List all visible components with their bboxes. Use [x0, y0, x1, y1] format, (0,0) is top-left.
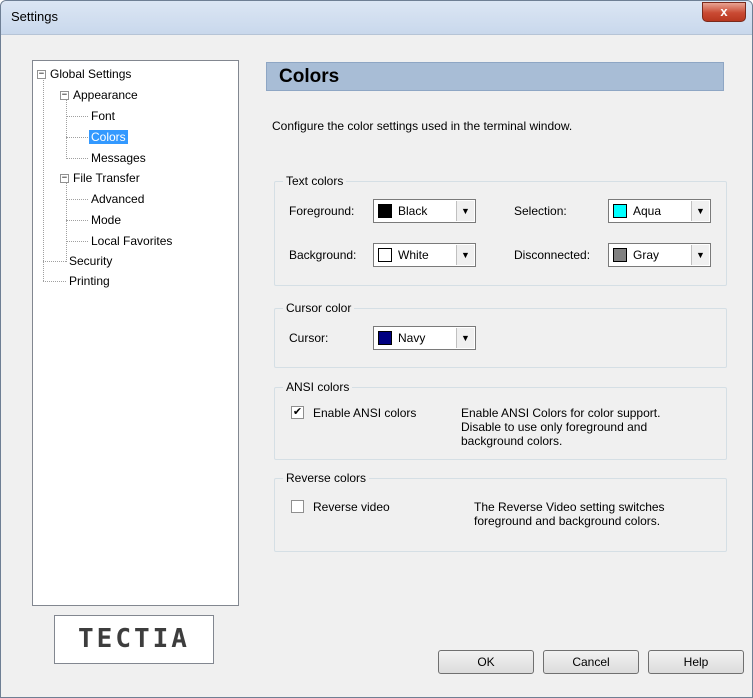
tree-item-global-settings[interactable]: − Global Settings: [37, 65, 133, 83]
color-swatch: [378, 248, 392, 262]
collapse-icon[interactable]: −: [60, 174, 69, 184]
selected-value: Aqua: [633, 204, 662, 218]
tree-item-font[interactable]: Font: [89, 107, 117, 125]
tree-item-local-favorites[interactable]: Local Favorites: [89, 232, 174, 250]
ansi-checkbox[interactable]: ✔: [291, 406, 304, 419]
group-title: Reverse colors: [283, 471, 370, 485]
color-swatch: [613, 248, 627, 262]
background-label: Background:: [289, 248, 357, 262]
reverse-description-line: foreground and background colors.: [474, 514, 661, 528]
color-swatch: [378, 204, 392, 218]
ok-button[interactable]: OK: [438, 650, 534, 674]
tree-connector: [66, 158, 88, 159]
reverse-video-label[interactable]: Reverse video: [313, 499, 390, 515]
cursor-color-group: Cursor color Cursor: Navy ▼: [274, 301, 727, 368]
tree-item-appearance[interactable]: − Appearance: [60, 86, 140, 104]
title-bar: Settings x: [1, 1, 752, 35]
selected-value: Gray: [633, 248, 660, 262]
tree-connector: [66, 220, 88, 221]
tree-item-label: Security: [69, 254, 113, 268]
window-title: Settings: [11, 9, 58, 24]
ansi-checkbox-label[interactable]: Enable ANSI colors: [313, 405, 416, 421]
foreground-select[interactable]: Black ▼: [373, 199, 476, 223]
group-title: Text colors: [283, 174, 347, 188]
chevron-down-icon[interactable]: ▼: [456, 328, 474, 348]
tree-item-label: Messages: [91, 151, 146, 165]
collapse-icon[interactable]: −: [60, 91, 69, 101]
collapse-icon[interactable]: −: [37, 70, 46, 80]
page-description: Configure the color settings used in the…: [272, 119, 573, 133]
disconnected-label: Disconnected:: [514, 248, 591, 262]
page-header: Colors: [266, 62, 724, 91]
selection-select[interactable]: Aqua ▼: [608, 199, 711, 223]
text-colors-group: Text colors Foreground: Black ▼ Selectio…: [274, 174, 727, 286]
tree-item-file-transfer[interactable]: − File Transfer: [60, 169, 142, 187]
selected-value: Black: [398, 204, 428, 218]
tree-item-messages[interactable]: Messages: [89, 149, 148, 167]
tree-item-label: Local Favorites: [91, 234, 173, 248]
color-swatch: [378, 331, 392, 345]
chevron-down-icon[interactable]: ▼: [691, 201, 709, 221]
ansi-description-line: background colors.: [461, 434, 563, 448]
chevron-down-icon[interactable]: ▼: [456, 245, 474, 265]
ansi-colors-group: ANSI colors ✔ Enable ANSI colors Enable …: [274, 380, 727, 460]
tree-connector: [66, 241, 88, 242]
chevron-down-icon[interactable]: ▼: [691, 245, 709, 265]
page-title: Colors: [279, 66, 340, 87]
reverse-colors-group: Reverse colors Reverse video The Reverse…: [274, 471, 727, 552]
background-select[interactable]: White ▼: [373, 243, 476, 267]
tree-item-label: Colors: [89, 130, 128, 144]
tree-item-label: Printing: [69, 274, 110, 288]
help-button[interactable]: Help: [648, 650, 744, 674]
tree-item-security[interactable]: Security: [67, 252, 114, 270]
foreground-label: Foreground:: [289, 204, 355, 218]
cursor-label: Cursor:: [289, 331, 329, 345]
tree-connector: [43, 281, 66, 282]
tree-item-label: Advanced: [91, 192, 145, 206]
close-button[interactable]: x: [702, 2, 746, 22]
tree-item-advanced[interactable]: Advanced: [89, 190, 146, 208]
tree-item-colors[interactable]: Colors: [89, 128, 128, 146]
chevron-down-icon[interactable]: ▼: [456, 201, 474, 221]
disconnected-select[interactable]: Gray ▼: [608, 243, 711, 267]
tree-item-mode[interactable]: Mode: [89, 211, 123, 229]
tree-connector: [66, 95, 67, 159]
group-title: ANSI colors: [283, 380, 353, 394]
tree-item-label: Font: [91, 109, 116, 123]
reverse-video-checkbox[interactable]: [291, 500, 304, 513]
tree-connector: [43, 73, 44, 281]
cancel-button[interactable]: Cancel: [543, 650, 639, 674]
color-swatch: [613, 204, 627, 218]
tree-item-label: Global Settings: [50, 67, 132, 81]
tree-connector: [66, 116, 88, 117]
tree-item-printing[interactable]: Printing: [67, 272, 112, 290]
settings-window: Settings x − Global Settings − Appearance …: [0, 0, 753, 698]
tree-item-label: Mode: [91, 213, 122, 227]
tree-item-label: File Transfer: [73, 171, 140, 185]
tree-connector: [43, 261, 66, 262]
cursor-select[interactable]: Navy ▼: [373, 326, 476, 350]
tree-item-label: Appearance: [73, 88, 138, 102]
selected-value: White: [398, 248, 429, 262]
tree-connector: [66, 137, 88, 138]
settings-tree[interactable]: − Global Settings − Appearance Font Colors…: [32, 60, 239, 606]
selected-value: Navy: [398, 331, 426, 345]
selection-label: Selection:: [514, 204, 567, 218]
group-title: Cursor color: [283, 301, 355, 315]
tree-connector: [66, 199, 88, 200]
tectia-logo: TECTIA: [54, 615, 214, 664]
